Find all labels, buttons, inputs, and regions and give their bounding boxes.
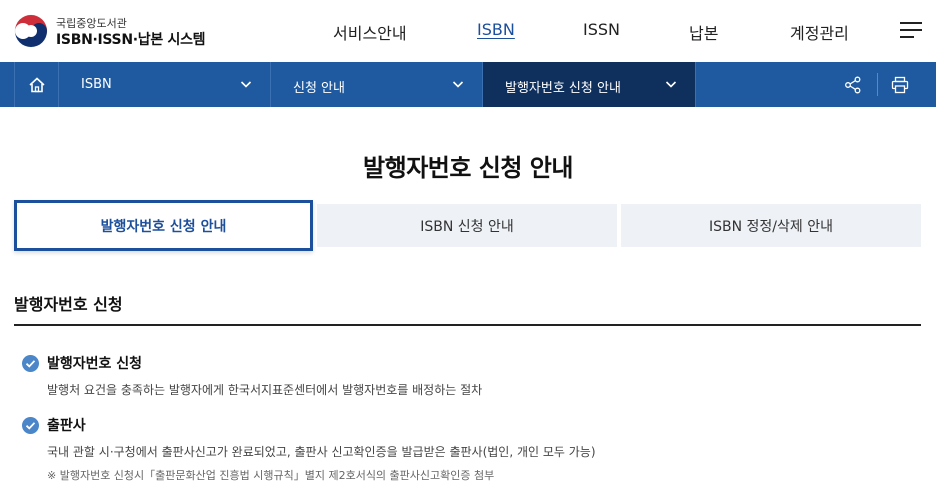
section-divider bbox=[14, 324, 921, 326]
page-title: 발행자번호 신청 안내 bbox=[363, 154, 573, 182]
home-icon bbox=[28, 76, 45, 92]
check-circle-icon bbox=[22, 354, 39, 372]
section-title: 발행자번호 신청 bbox=[14, 295, 123, 314]
check-circle-icon bbox=[22, 416, 39, 434]
location-navbar: ISBN 신청 안내 발행자번호 신청 안내 bbox=[0, 62, 936, 107]
nav-segment-label: 신청 안내 bbox=[293, 81, 345, 96]
system-name: ISBN·ISSN·납본 시스템 bbox=[56, 32, 206, 48]
gnb-account[interactable]: 계정관리 bbox=[790, 20, 849, 44]
gnb-issn[interactable]: ISSN bbox=[583, 20, 620, 39]
item-heading-text: 출판사 bbox=[47, 418, 86, 434]
chevron-down-icon bbox=[240, 81, 252, 88]
site-header: 국립중앙도서관 ISBN·ISSN·납본 시스템 서비스안내 ISBN ISSN… bbox=[0, 0, 936, 62]
tab-isbn-correction-guide[interactable]: ISBN 정정/삭제 안내 bbox=[621, 204, 921, 247]
nav-segment-label: 발행자번호 신청 안내 bbox=[505, 81, 621, 96]
site-logo[interactable]: 국립중앙도서관 ISBN·ISSN·납본 시스템 bbox=[14, 12, 214, 52]
tab-publisher-number-guide[interactable]: 발행자번호 신청 안내 bbox=[14, 200, 313, 251]
hamburger-menu-icon[interactable] bbox=[900, 22, 922, 40]
print-icon bbox=[891, 76, 909, 93]
nav-segment-label: ISBN bbox=[81, 77, 112, 92]
tab-isbn-application-guide[interactable]: ISBN 신청 안내 bbox=[317, 204, 617, 247]
share-icon bbox=[845, 76, 861, 93]
home-button[interactable] bbox=[14, 62, 59, 107]
nav-segment-isbn[interactable]: ISBN bbox=[59, 62, 271, 107]
chevron-down-icon bbox=[665, 81, 677, 88]
list-item-description: 발행처 요건을 충족하는 발행자에게 한국서지표준센터에서 발행자번호를 배정하… bbox=[47, 383, 483, 397]
gnb-isbn[interactable]: ISBN bbox=[477, 20, 515, 39]
nav-segment-application-guide[interactable]: 신청 안내 bbox=[271, 62, 483, 107]
list-item-note: ※ 발행자번호 신청시「출판문화산업 진흥법 시행규칙」별지 제2호서식의 출판… bbox=[47, 469, 495, 482]
taegeuk-emblem-icon bbox=[14, 14, 48, 48]
share-button[interactable] bbox=[831, 62, 875, 107]
gnb-legal-deposit[interactable]: 납본 bbox=[689, 20, 718, 44]
chevron-down-icon bbox=[452, 81, 464, 88]
gnb-service-info[interactable]: 서비스안내 bbox=[333, 20, 407, 44]
list-item-heading: 출판사 bbox=[22, 415, 86, 435]
nav-segment-publisher-number-guide[interactable]: 발행자번호 신청 안내 bbox=[483, 62, 696, 107]
item-heading-text: 발행자번호 신청 bbox=[47, 356, 143, 372]
list-item-heading: 발행자번호 신청 bbox=[22, 353, 142, 373]
list-item-description: 국내 관할 시·구청에서 출판사신고가 완료되었고, 출판사 신고확인증을 발급… bbox=[47, 445, 596, 459]
print-button[interactable] bbox=[878, 62, 922, 107]
